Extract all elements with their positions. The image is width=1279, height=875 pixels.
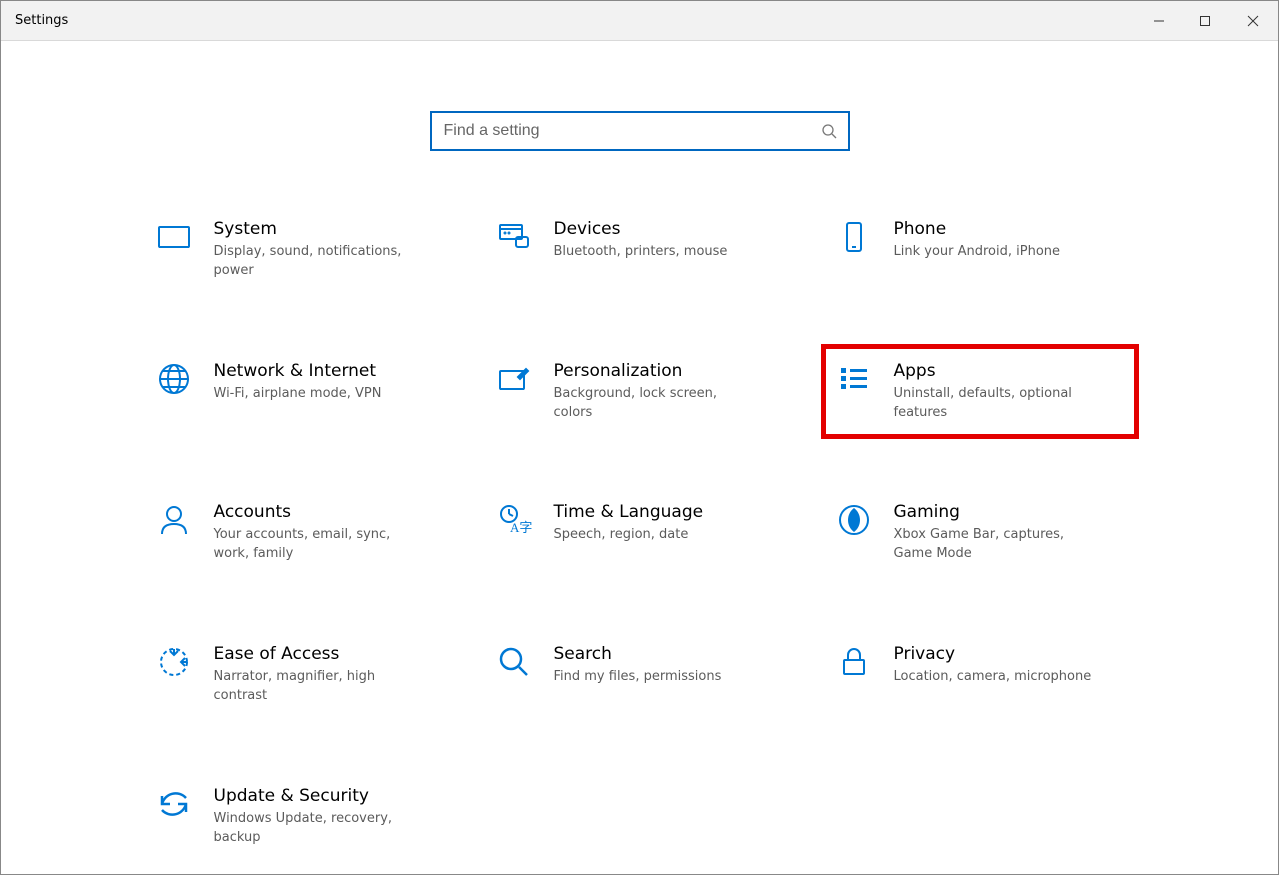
tile-sub: Display, sound, notifications, power (214, 243, 414, 281)
tile-sub: Bluetooth, printers, mouse (554, 243, 754, 262)
tile-label: Privacy (894, 644, 1124, 664)
tile-label: System (214, 219, 444, 239)
tile-sub: Your accounts, email, sync, work, family (214, 526, 414, 564)
tile-update[interactable]: Update & Security Windows Update, recove… (150, 778, 450, 856)
tile-label: Network & Internet (214, 361, 444, 381)
tile-label: Time & Language (554, 502, 784, 522)
scrollbar-thumb[interactable] (1265, 226, 1277, 859)
tile-time[interactable]: A字 Time & Language Speech, region, date (490, 494, 790, 572)
tile-label: Phone (894, 219, 1124, 239)
tile-sub: Link your Android, iPhone (894, 243, 1094, 262)
tile-label: Accounts (214, 502, 444, 522)
tile-label: Apps (894, 361, 1124, 381)
tile-personalization[interactable]: Personalization Background, lock screen,… (490, 353, 790, 431)
search-area (1, 111, 1278, 151)
tile-sub: Speech, region, date (554, 526, 754, 545)
tile-sub: Find my files, permissions (554, 668, 754, 687)
close-button[interactable] (1228, 1, 1278, 40)
tile-apps[interactable]: Apps Uninstall, defaults, optional featu… (830, 353, 1130, 431)
search-icon (820, 122, 838, 140)
tile-sub: Xbox Game Bar, captures, Game Mode (894, 526, 1094, 564)
search-category-icon (496, 644, 532, 680)
window-controls (1136, 1, 1278, 40)
accounts-icon (156, 502, 192, 538)
window-title: Settings (1, 13, 68, 28)
tile-phone[interactable]: Phone Link your Android, iPhone (830, 211, 1130, 289)
tile-sub: Narrator, magnifier, high contrast (214, 668, 414, 706)
settings-body: System Display, sound, notifications, po… (1, 41, 1278, 874)
tile-label: Gaming (894, 502, 1124, 522)
tile-network[interactable]: Network & Internet Wi-Fi, airplane mode,… (150, 353, 450, 431)
search-input[interactable] (432, 113, 848, 149)
tile-privacy[interactable]: Privacy Location, camera, microphone (830, 636, 1130, 714)
tile-sub: Wi-Fi, airplane mode, VPN (214, 385, 414, 404)
scrollbar[interactable] (1264, 41, 1278, 874)
tile-label: Ease of Access (214, 644, 444, 664)
tile-label: Devices (554, 219, 784, 239)
time-language-icon: A字 (496, 502, 532, 538)
tile-sub: Windows Update, recovery, backup (214, 810, 414, 848)
tile-label: Update & Security (214, 786, 444, 806)
ease-of-access-icon (156, 644, 192, 680)
tile-gaming[interactable]: Gaming Xbox Game Bar, captures, Game Mod… (830, 494, 1130, 572)
tile-accounts[interactable]: Accounts Your accounts, email, sync, wor… (150, 494, 450, 572)
settings-window: Settings (0, 0, 1279, 875)
svg-text:A字: A字 (510, 520, 532, 535)
system-icon (156, 219, 192, 255)
update-icon (156, 786, 192, 822)
search-box[interactable] (430, 111, 850, 151)
tile-ease-of-access[interactable]: Ease of Access Narrator, magnifier, high… (150, 636, 450, 714)
tile-system[interactable]: System Display, sound, notifications, po… (150, 211, 450, 289)
devices-icon (496, 219, 532, 255)
titlebar: Settings (1, 1, 1278, 41)
gaming-icon (836, 502, 872, 538)
apps-icon (836, 361, 872, 397)
privacy-icon (836, 644, 872, 680)
tile-sub: Uninstall, defaults, optional features (894, 385, 1094, 423)
tile-search[interactable]: Search Find my files, permissions (490, 636, 790, 714)
tile-sub: Background, lock screen, colors (554, 385, 754, 423)
tile-label: Search (554, 644, 784, 664)
phone-icon (836, 219, 872, 255)
network-icon (156, 361, 192, 397)
tile-sub: Location, camera, microphone (894, 668, 1094, 687)
settings-grid: System Display, sound, notifications, po… (150, 211, 1130, 855)
personalization-icon (496, 361, 532, 397)
minimize-button[interactable] (1136, 1, 1182, 40)
tile-label: Personalization (554, 361, 784, 381)
tile-devices[interactable]: Devices Bluetooth, printers, mouse (490, 211, 790, 289)
maximize-button[interactable] (1182, 1, 1228, 40)
